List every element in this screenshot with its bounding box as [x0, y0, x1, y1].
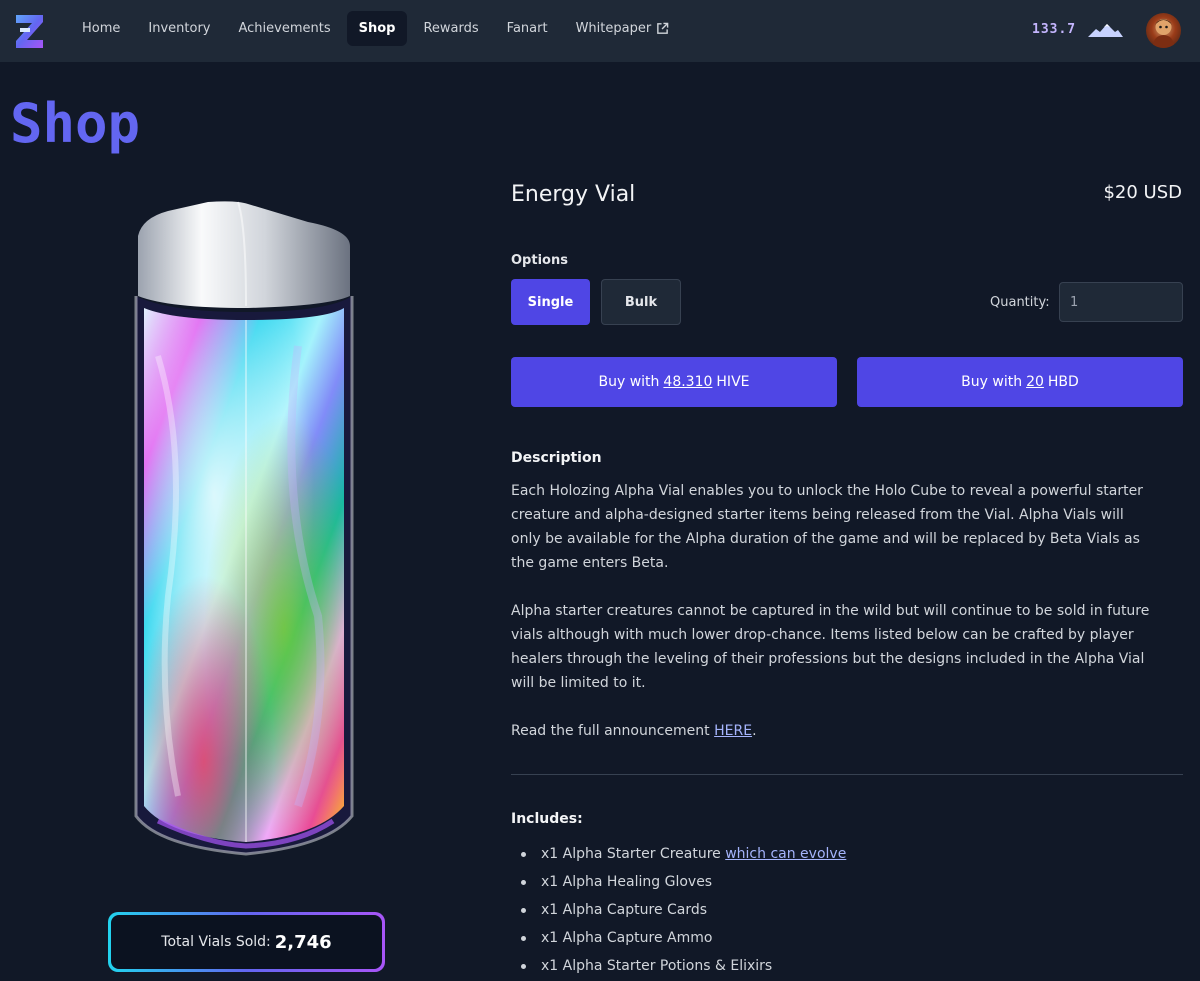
balance-value: 133.7	[1032, 22, 1077, 37]
description-paragraph: Each Holozing Alpha Vial enables you to …	[511, 483, 1143, 571]
external-link-icon	[657, 22, 669, 34]
holozing-logo-icon[interactable]	[14, 13, 45, 50]
includes-title: Includes:	[511, 811, 583, 827]
energy-vial-illustration	[134, 201, 354, 856]
includes-list: x1 Alpha Starter Creature which can evol…	[511, 842, 846, 981]
buy-with-hive-button[interactable]: Buy with 48.310 HIVE	[511, 357, 837, 407]
option-bulk-button[interactable]: Bulk	[601, 279, 681, 325]
quantity-label: Quantity:	[990, 295, 1050, 310]
description-title: Description	[511, 450, 602, 466]
nav-item-label: Home	[82, 21, 121, 36]
nav-item-inventory[interactable]: Inventory	[136, 11, 222, 46]
page-title: Shop	[10, 92, 141, 155]
avatar[interactable]	[1146, 13, 1181, 48]
option-label: Single	[527, 294, 574, 310]
total-sold-count: 2,746	[274, 931, 332, 953]
product-price: $20 USD	[1103, 182, 1182, 203]
list-item: x1 Alpha Starter Creature which can evol…	[511, 842, 846, 870]
nav-item-rewards[interactable]: Rewards	[411, 11, 490, 46]
nav-item-shop[interactable]: Shop	[346, 11, 408, 46]
nav-item-label: Inventory	[148, 21, 211, 36]
buy-currency: HBD	[1047, 374, 1079, 390]
buy-currency: HIVE	[716, 374, 750, 390]
nav-item-label: Achievements	[238, 21, 331, 36]
mountain-icon	[1088, 24, 1123, 37]
nav-item-whitepaper[interactable]: Whitepaper	[564, 11, 682, 46]
product-name: Energy Vial	[511, 182, 636, 207]
nav-links: Home Inventory Achievements Shop Rewards…	[70, 11, 681, 46]
announcement-paragraph: Read the full announcement HERE.	[511, 719, 1151, 743]
announcement-suffix: .	[752, 723, 757, 739]
buy-prefix: Buy with	[598, 374, 660, 390]
top-navbar: Home Inventory Achievements Shop Rewards…	[0, 0, 1200, 62]
buy-amount: 20	[1026, 374, 1044, 390]
option-label: Bulk	[624, 294, 658, 310]
nav-item-label: Whitepaper	[575, 21, 652, 36]
description-paragraph: Alpha starter creatures cannot be captur…	[511, 603, 1150, 691]
nav-item-fanart[interactable]: Fanart	[495, 11, 560, 46]
announcement-link[interactable]: HERE	[714, 723, 752, 739]
nav-item-label: Shop	[358, 21, 396, 36]
list-item-text: x1 Alpha Starter Creature	[541, 846, 726, 862]
total-sold-inner: Total Vials Sold: 2,746	[111, 915, 382, 969]
list-item: x1 Alpha Capture Ammo	[511, 926, 846, 954]
nav-item-home[interactable]: Home	[70, 11, 132, 46]
nav-item-label: Fanart	[506, 21, 548, 36]
nav-item-achievements[interactable]: Achievements	[226, 11, 342, 46]
options-label: Options	[511, 253, 568, 268]
buy-amount: 48.310	[663, 374, 713, 390]
buy-with-hbd-button[interactable]: Buy with 20 HBD	[857, 357, 1183, 407]
total-sold-box: Total Vials Sold: 2,746	[108, 912, 385, 972]
avatar-image-icon	[1152, 19, 1175, 48]
buy-prefix: Buy with	[961, 374, 1023, 390]
divider	[511, 774, 1183, 775]
list-item: x1 Alpha Starter Potions & Elixirs	[511, 954, 846, 981]
product-image	[128, 196, 360, 856]
list-item: x1 Alpha Healing Gloves	[511, 870, 846, 898]
announcement-prefix: Read the full announcement	[511, 723, 715, 739]
total-sold-label: Total Vials Sold:	[161, 934, 271, 950]
nav-item-label: Rewards	[423, 21, 479, 36]
option-single-button[interactable]: Single	[511, 279, 590, 325]
quantity-input[interactable]	[1059, 282, 1183, 322]
list-item: x1 Alpha Capture Cards	[511, 898, 846, 926]
evolve-link[interactable]: which can evolve	[725, 846, 846, 862]
